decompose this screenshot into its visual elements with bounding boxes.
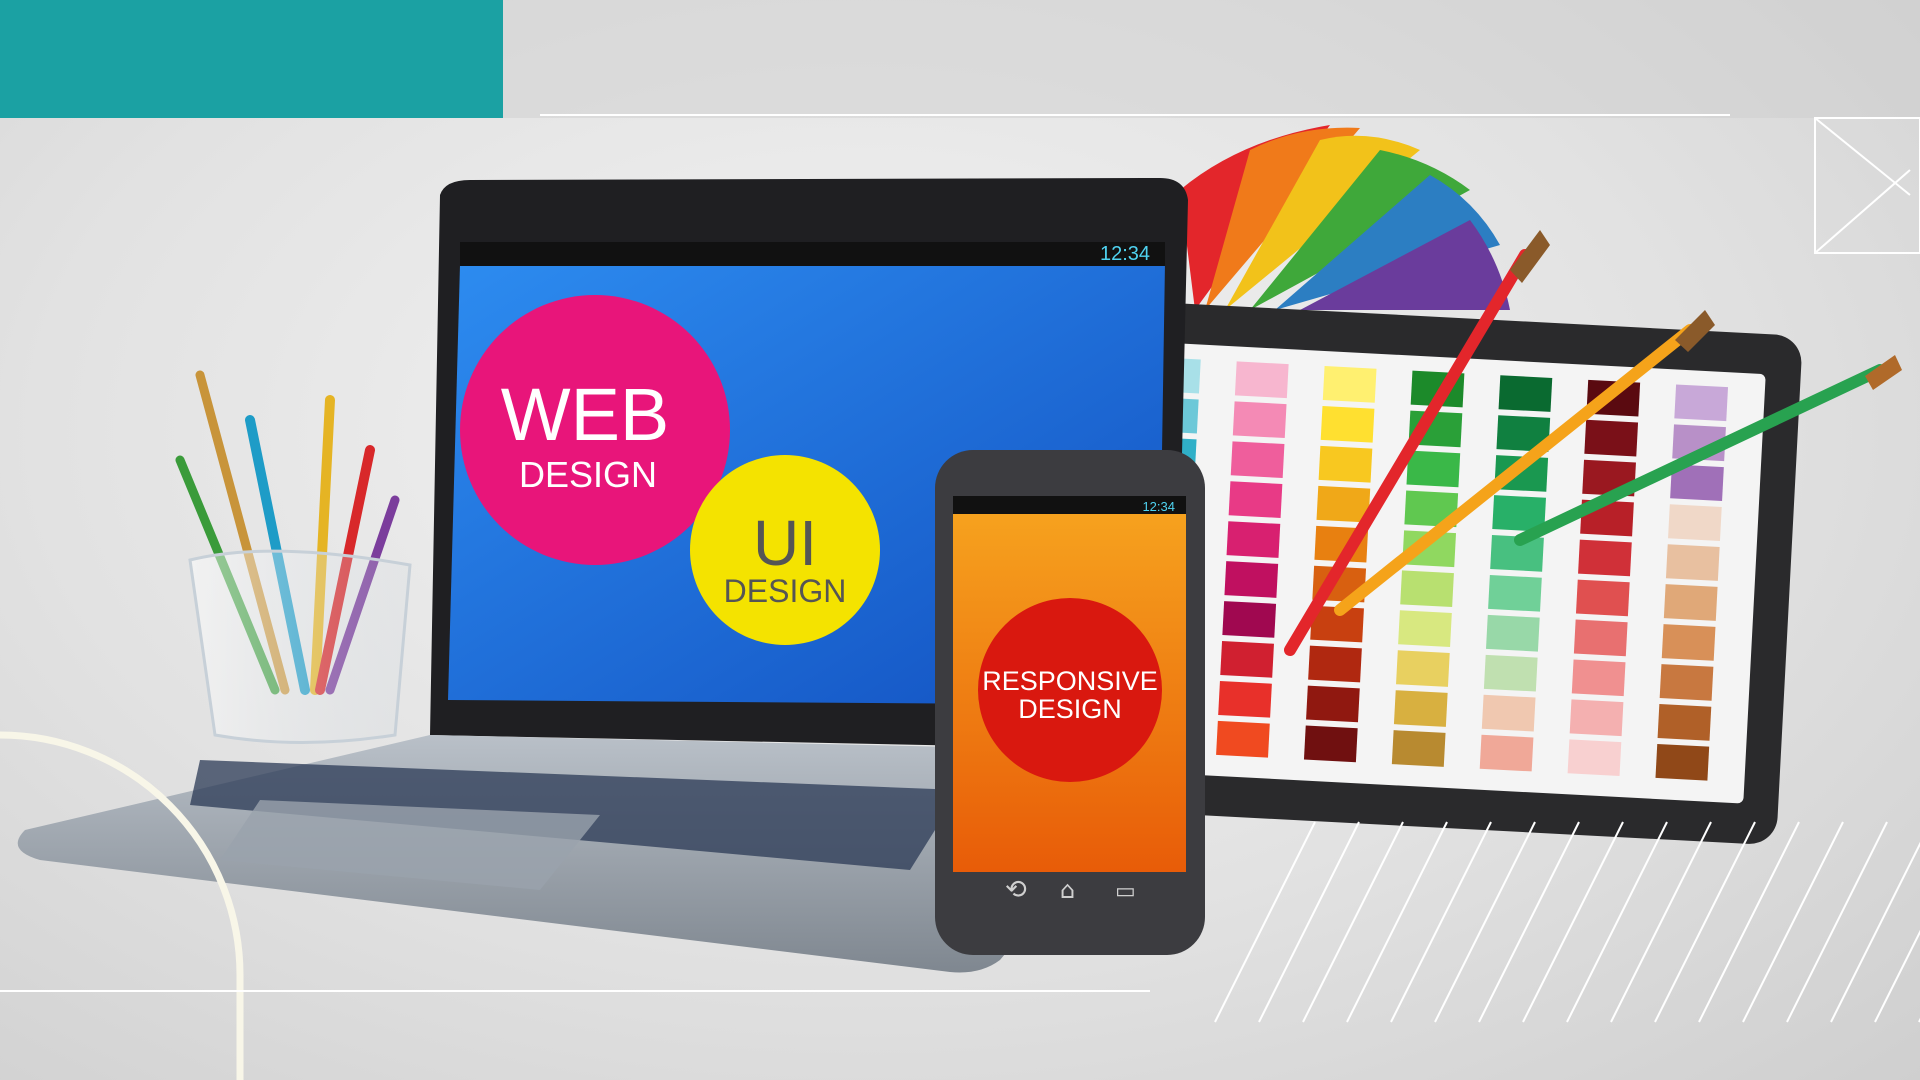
- recent-apps-icon: ▭: [1115, 879, 1136, 904]
- responsive-badge-line2: DESIGN: [1018, 694, 1122, 724]
- illustration: 12:34 WEB DESIGN UI DESIGN 12:34 RESPONS…: [0, 117, 1920, 1080]
- phone-status-time: 12:34: [1142, 499, 1175, 514]
- color-fan: [1180, 125, 1510, 310]
- envelope-outline: [1814, 117, 1920, 254]
- ui-badge-line2: DESIGN: [724, 573, 847, 609]
- web-badge-line2: DESIGN: [519, 454, 657, 495]
- diagonal-line-pattern: [1214, 821, 1920, 1023]
- laptop-status-time: 12:34: [1100, 243, 1150, 265]
- top-divider-line: [540, 114, 1730, 116]
- phone: 12:34 RESPONSIVE DESIGN ⟲ ⌂ ▭: [935, 450, 1205, 955]
- back-icon: ⟲: [1005, 875, 1027, 905]
- ui-design-badge: UI DESIGN: [690, 455, 880, 645]
- ui-badge-line1: UI: [753, 507, 817, 579]
- bottom-divider-line: [0, 990, 1150, 992]
- home-icon: ⌂: [1060, 876, 1075, 904]
- pencil-cup: [175, 370, 412, 744]
- responsive-design-badge: RESPONSIVE DESIGN: [978, 598, 1162, 782]
- web-badge-line1: WEB: [501, 373, 670, 456]
- web-design-badge: WEB DESIGN: [460, 295, 730, 565]
- responsive-badge-line1: RESPONSIVE: [982, 666, 1158, 696]
